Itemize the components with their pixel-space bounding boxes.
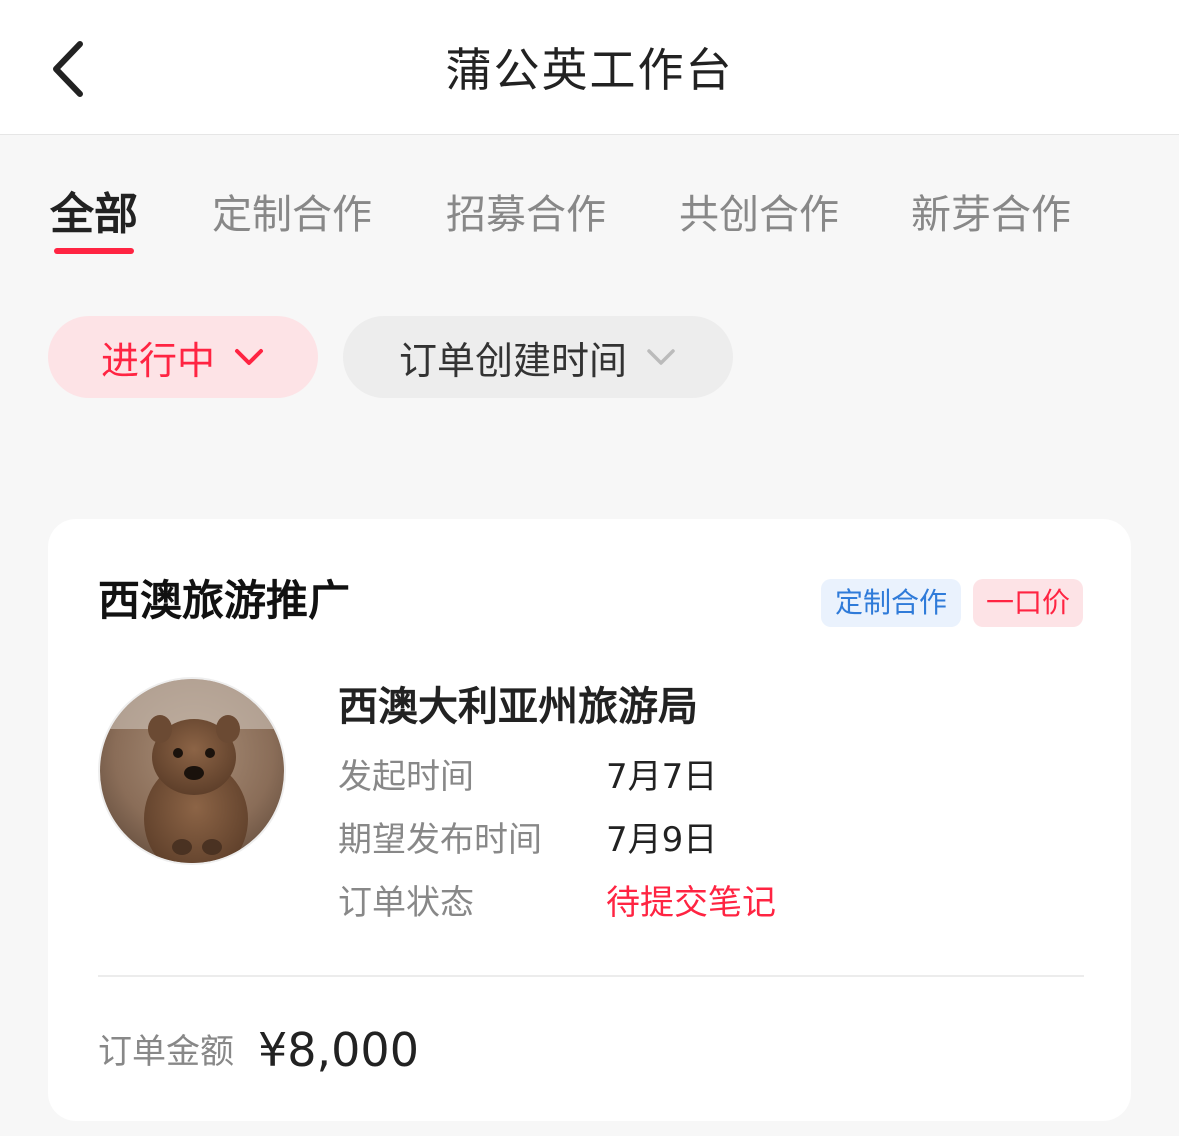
order-status-value: 待提交笔记: [606, 883, 776, 923]
tab-co-creation-cooperation[interactable]: 共创合作: [679, 185, 839, 245]
expected-publish-time-value: 7月9日: [606, 820, 718, 860]
chevron-down-icon: [235, 349, 263, 365]
cooperation-type-badge: 定制合作: [821, 579, 961, 627]
order-status-label: 订单状态: [338, 883, 474, 923]
order-amount-label: 订单金额: [98, 1032, 234, 1072]
status-filter-label: 进行中: [100, 338, 215, 383]
order-title: 西澳旅游推广: [98, 576, 351, 625]
card-divider: [98, 975, 1084, 977]
expected-publish-time-label: 期望发布时间: [338, 820, 542, 860]
tab-custom-cooperation[interactable]: 定制合作: [212, 185, 372, 245]
tab-recruitment-cooperation[interactable]: 招募合作: [446, 185, 606, 245]
tab-new-sprout-cooperation[interactable]: 新芽合作: [911, 185, 1071, 245]
tab-all[interactable]: 全部: [50, 185, 138, 245]
order-amount-value: ¥8,000: [258, 1023, 419, 1077]
chevron-down-icon: [647, 349, 675, 365]
category-tabs: 全部 定制合作 招募合作 共创合作 新芽合作: [0, 185, 1179, 265]
quokka-photo: [100, 679, 284, 863]
status-filter-dropdown[interactable]: 进行中: [48, 316, 318, 398]
advertiser-avatar: [98, 677, 286, 865]
sort-filter-label: 订单创建时间: [398, 338, 627, 383]
active-tab-indicator: [54, 248, 134, 254]
top-nav-bar: 蒲公英工作台: [0, 0, 1179, 135]
order-card[interactable]: 西澳旅游推广 定制合作 一口价 西澳大利亚州旅游局 发起时间 7月7日 期望发布…: [48, 519, 1131, 1121]
start-time-label: 发起时间: [338, 757, 474, 797]
start-time-value: 7月7日: [606, 757, 718, 797]
page-title: 蒲公英工作台: [445, 43, 734, 97]
sort-filter-dropdown[interactable]: 订单创建时间: [343, 316, 733, 398]
pricing-type-badge: 一口价: [973, 579, 1083, 627]
advertiser-name: 西澳大利亚州旅游局: [338, 684, 698, 730]
